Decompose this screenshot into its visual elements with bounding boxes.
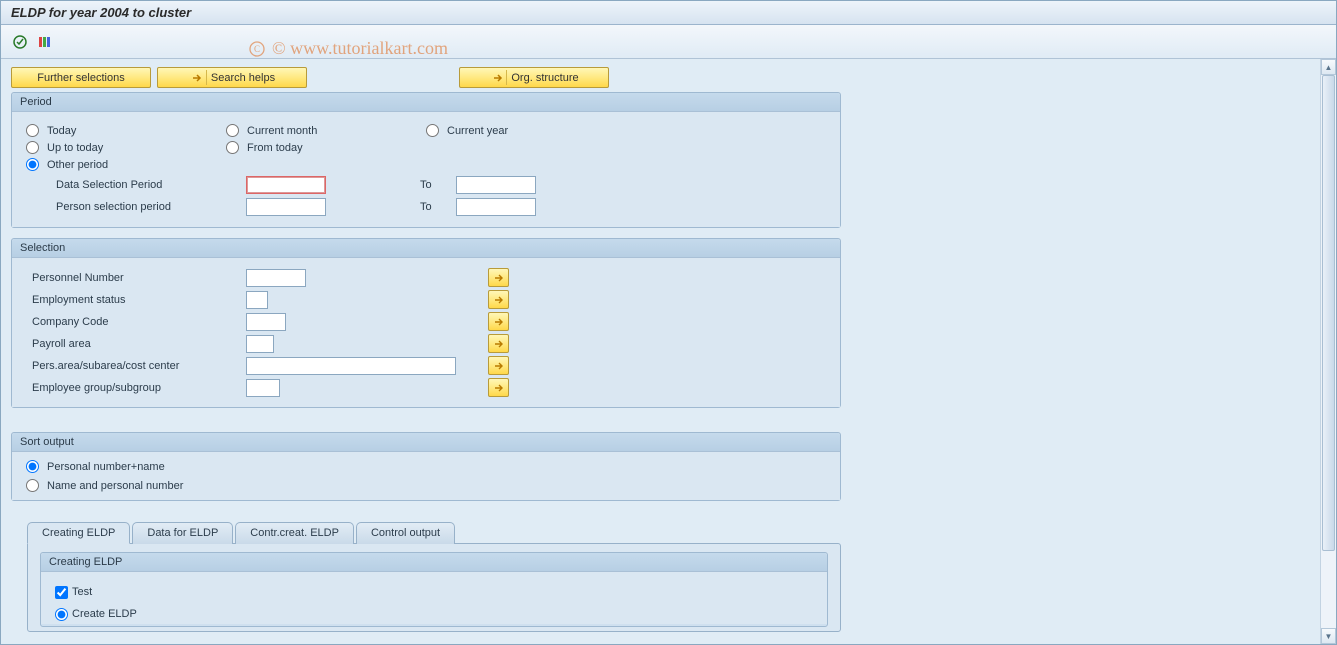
radio-from-today[interactable]: From today <box>226 141 386 154</box>
creating-eldp-inner-group: Creating ELDP Test Create ELDP <box>40 552 828 627</box>
radio-create-eldp[interactable]: Create ELDP <box>55 604 813 624</box>
employee-group-label: Employee group/subgroup <box>26 382 246 394</box>
multiple-selection-button[interactable] <box>488 334 509 353</box>
checkbox-label-text: Test <box>72 586 92 598</box>
data-selection-from-input[interactable] <box>246 176 326 194</box>
employment-status-input[interactable] <box>246 291 268 309</box>
vertical-scrollbar[interactable]: ▲ ▼ <box>1320 59 1336 644</box>
tab-control-output[interactable]: Control output <box>356 522 455 544</box>
sap-window: ELDP for year 2004 to cluster Further se… <box>0 0 1337 645</box>
search-helps-button[interactable]: Search helps <box>157 67 307 88</box>
employee-group-input[interactable] <box>246 379 280 397</box>
scroll-track[interactable] <box>1321 75 1336 628</box>
data-selection-to-input[interactable] <box>456 176 536 194</box>
personnel-number-input[interactable] <box>246 269 306 287</box>
further-selections-button[interactable]: Further selections <box>11 67 151 88</box>
org-structure-button[interactable]: Org. structure <box>459 67 609 88</box>
person-selection-from-input[interactable] <box>246 198 326 216</box>
selection-group: Selection Personnel Number Employment st… <box>11 238 841 408</box>
arrow-right-icon <box>189 70 207 85</box>
checkbox-test[interactable]: Test <box>55 582 813 602</box>
radio-label-text: Up to today <box>47 142 103 154</box>
to-label: To <box>396 179 456 191</box>
radio-label-text: Personal number+name <box>47 461 165 473</box>
multiple-selection-button[interactable] <box>488 356 509 375</box>
radio-label-text: From today <box>247 142 303 154</box>
sort-output-group: Sort output Personal number+name Name an… <box>11 432 841 501</box>
group-title: Period <box>12 93 840 112</box>
arrow-right-icon <box>489 70 507 85</box>
tab-panel: Creating ELDP Test Create ELDP <box>27 543 841 632</box>
radio-current-year[interactable]: Current year <box>426 124 586 137</box>
radio-other-period[interactable]: Other period <box>26 158 186 171</box>
execute-icon[interactable] <box>11 33 29 51</box>
scroll-thumb[interactable] <box>1322 75 1335 551</box>
person-selection-period-label: Person selection period <box>26 201 246 213</box>
radio-label-text: Current month <box>247 125 317 137</box>
multiple-selection-button[interactable] <box>488 268 509 287</box>
multiple-selection-button[interactable] <box>488 290 509 309</box>
radio-name-personal-number[interactable]: Name and personal number <box>26 479 826 492</box>
action-buttons-row: Further selections Search helps Org. str… <box>11 67 1310 88</box>
pers-area-label: Pers.area/subarea/cost center <box>26 360 246 372</box>
radio-label-text: Name and personal number <box>47 480 183 492</box>
radio-up-to-today[interactable]: Up to today <box>26 141 186 154</box>
radio-personal-number-name[interactable]: Personal number+name <box>26 460 826 473</box>
button-label: Org. structure <box>511 72 578 84</box>
radio-label-text: Other period <box>47 159 108 171</box>
payroll-area-input[interactable] <box>246 335 274 353</box>
company-code-label: Company Code <box>26 316 246 328</box>
pers-area-input[interactable] <box>246 357 456 375</box>
data-selection-period-label: Data Selection Period <box>26 179 246 191</box>
variant-icon[interactable] <box>35 33 53 51</box>
tab-creating-eldp[interactable]: Creating ELDP <box>27 522 130 544</box>
employment-status-label: Employment status <box>26 294 246 306</box>
to-label: To <box>396 201 456 213</box>
button-label: Further selections <box>37 72 124 84</box>
person-selection-to-input[interactable] <box>456 198 536 216</box>
app-toolbar <box>1 25 1336 59</box>
radio-label-text: Today <box>47 125 76 137</box>
tab-strip: Creating ELDP Data for ELDP Contr.creat.… <box>27 521 1310 543</box>
radio-label-text: Current year <box>447 125 508 137</box>
group-title: Selection <box>12 239 840 258</box>
payroll-area-label: Payroll area <box>26 338 246 350</box>
group-title: Sort output <box>12 433 840 452</box>
multiple-selection-button[interactable] <box>488 378 509 397</box>
radio-current-month[interactable]: Current month <box>226 124 386 137</box>
tab-data-for-eldp[interactable]: Data for ELDP <box>132 522 233 544</box>
scroll-down-button[interactable]: ▼ <box>1321 628 1336 644</box>
period-group: Period Today Current month Current year … <box>11 92 841 228</box>
window-title: ELDP for year 2004 to cluster <box>1 1 1336 25</box>
scroll-up-button[interactable]: ▲ <box>1321 59 1336 75</box>
tab-contr-creat-eldp[interactable]: Contr.creat. ELDP <box>235 522 354 544</box>
button-label: Search helps <box>211 72 275 84</box>
radio-label-text: Create ELDP <box>72 608 137 620</box>
company-code-input[interactable] <box>246 313 286 331</box>
radio-today[interactable]: Today <box>26 124 186 137</box>
multiple-selection-button[interactable] <box>488 312 509 331</box>
content-area: Further selections Search helps Org. str… <box>1 59 1320 644</box>
personnel-number-label: Personnel Number <box>26 272 246 284</box>
group-title: Creating ELDP <box>41 553 827 572</box>
